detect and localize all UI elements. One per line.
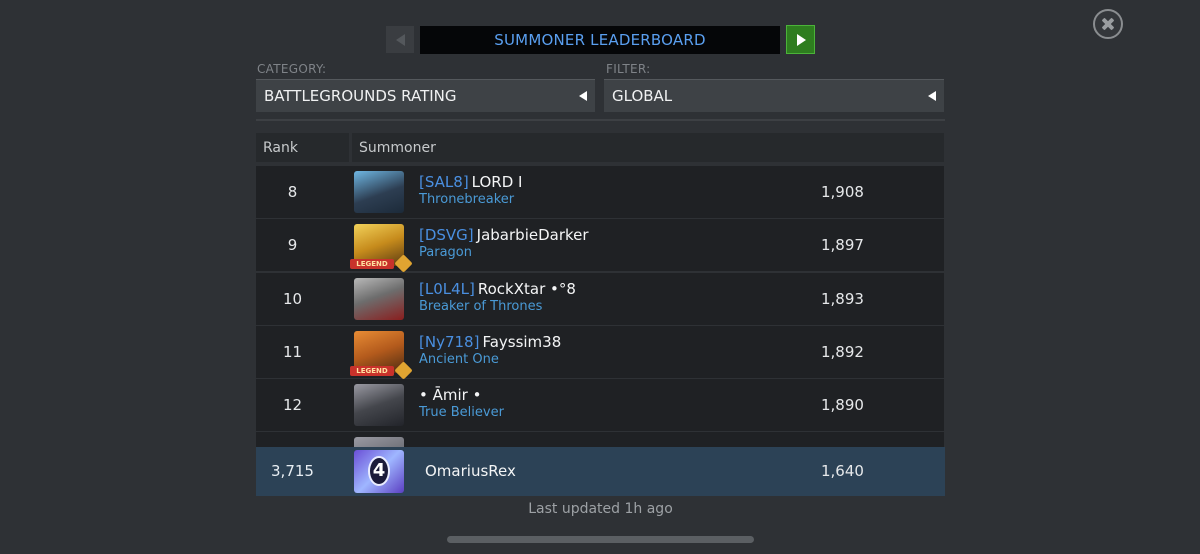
user-rating: 1,640: [821, 462, 864, 480]
rank-header-label: Rank: [263, 139, 298, 156]
divider: [256, 119, 945, 121]
previous-board-button[interactable]: [386, 26, 414, 53]
summoner-name: JabarbieDarker: [476, 226, 589, 244]
row-rank: 11: [282, 343, 303, 361]
alliance-tag: [SAL8]: [419, 173, 469, 191]
champion-avatar: [354, 437, 404, 447]
champion-avatar: [354, 171, 404, 213]
legend-gem-icon: [394, 361, 413, 380]
row-rank: 12: [282, 396, 303, 414]
leaderboard-row[interactable]: 10 [L0L4L] RockXtar •°8 Breaker of Throne…: [256, 273, 944, 325]
filter-caption: FILTER:: [606, 62, 651, 76]
summoner-header-label: Summoner: [359, 139, 436, 156]
legend-gem-icon: [394, 254, 413, 273]
legend-badge: LEGEND: [350, 366, 394, 376]
row-rank: 10: [282, 290, 303, 308]
next-board-button[interactable]: [786, 25, 815, 54]
close-button[interactable]: [1093, 9, 1123, 39]
summoner-title: True Believer: [419, 405, 504, 420]
current-user-row[interactable]: 3,715 4 OmariusRex 1,640: [256, 447, 945, 496]
rank-column-header: Rank: [256, 133, 349, 162]
champion-avatar: [354, 384, 404, 426]
user-rank: 3,715: [271, 462, 314, 480]
summoner-title: Ancient One: [419, 352, 499, 367]
category-caption: CATEGORY:: [257, 62, 327, 76]
row-rank: 9: [287, 236, 298, 254]
user-avatar: 4: [354, 450, 404, 493]
user-name: OmariusRex: [425, 462, 516, 480]
summoner-name: RockXtar •°8: [477, 280, 576, 298]
leaderboard-row[interactable]: 9 LEGEND [DSVG] JabarbieDarker Paragon 1,…: [256, 219, 944, 273]
summoner-title: Thronebreaker: [419, 192, 515, 207]
summoner-title: Breaker of Thrones: [419, 299, 543, 314]
summoner-title: Paragon: [419, 245, 472, 260]
horizontal-scrollbar[interactable]: [447, 536, 754, 543]
row-summoner-line: [DSVG] JabarbieDarker: [419, 226, 589, 244]
leaderboard-row[interactable]: 11 LEGEND [Ny718] Fayssim38 Ancient One 1…: [256, 326, 944, 380]
leaderboard-row[interactable]: 12 • Āmir • True Believer 1,890: [256, 379, 944, 431]
category-dropdown[interactable]: BATTLEGROUNDS RATING: [256, 79, 595, 112]
row-rating: 1,897: [821, 236, 864, 254]
row-rank: 8: [287, 183, 298, 201]
summoner-name: LORD I: [471, 173, 523, 191]
row-rating: 1,908: [821, 183, 864, 201]
champion-avatar: LEGEND: [350, 331, 413, 380]
category-value: BATTLEGROUNDS RATING: [264, 87, 457, 105]
dropdown-arrow-icon: [579, 91, 587, 101]
champion-avatar: LEGEND: [350, 224, 413, 273]
leaderboard-title: SUMMONER LEADERBOARD: [420, 26, 780, 54]
filter-dropdown[interactable]: GLOBAL: [604, 79, 944, 112]
row-rating: 1,892: [821, 343, 864, 361]
last-updated-text: Last updated 1h ago: [528, 501, 673, 517]
summoner-name: Fayssim38: [482, 333, 562, 351]
alliance-tag: [Ny718]: [419, 333, 480, 351]
summoner-name: • Āmir •: [419, 386, 482, 404]
leaderboard-row[interactable]: 8 [SAL8] LORD I Thronebreaker 1,908: [256, 166, 944, 218]
alliance-tag: [L0L4L]: [419, 280, 475, 298]
row-rating: 1,890: [821, 396, 864, 414]
row-summoner-line: [L0L4L] RockXtar •°8: [419, 280, 576, 298]
row-summoner-line: [SAL8] LORD I: [419, 173, 522, 191]
champion-avatar: [354, 278, 404, 320]
play-triangle-icon: [797, 34, 806, 46]
row-summoner-line: • Āmir •: [419, 386, 481, 404]
leaderboard-row-partial: [256, 432, 944, 447]
dropdown-arrow-icon: [928, 91, 936, 101]
row-rating: 1,893: [821, 290, 864, 308]
filter-value: GLOBAL: [612, 87, 673, 105]
alliance-tag: [DSVG]: [419, 226, 474, 244]
summoner-column-header: Summoner: [352, 133, 944, 162]
legend-badge: LEGEND: [350, 259, 394, 269]
triangle-left-icon: [396, 34, 405, 46]
row-summoner-line: [Ny718] Fayssim38: [419, 333, 561, 351]
fantastic-four-icon: 4: [368, 456, 390, 486]
